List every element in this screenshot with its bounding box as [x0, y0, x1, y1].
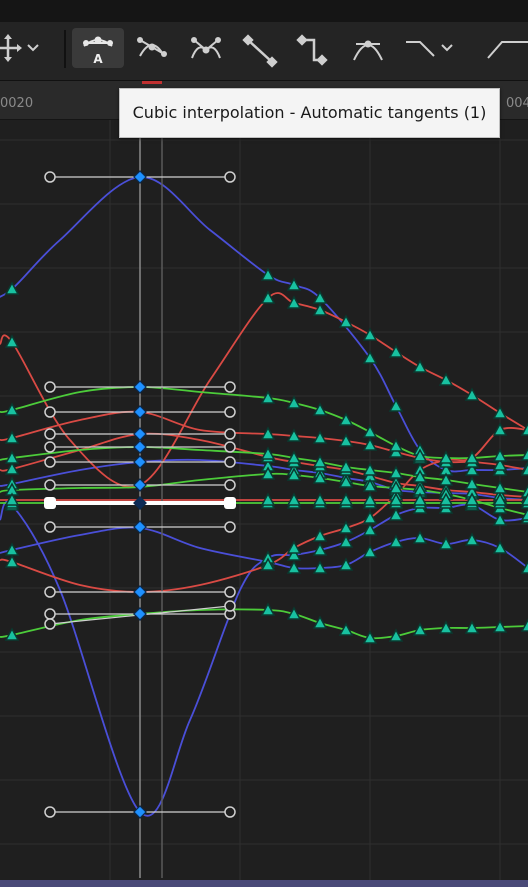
- selected-curve-key[interactable]: [133, 170, 147, 184]
- move-tool-button[interactable]: [0, 28, 42, 68]
- curve-key[interactable]: [412, 359, 428, 373]
- curve-key[interactable]: [438, 372, 454, 386]
- linear-interpolation-icon: [242, 34, 278, 68]
- tangent-handle[interactable]: [224, 428, 236, 440]
- tangent-handle[interactable]: [224, 806, 236, 818]
- selected-curve-key[interactable]: [133, 455, 147, 469]
- flatten-tangent-icon: [406, 41, 453, 57]
- tangent-handle[interactable]: [224, 456, 236, 468]
- selected-curve-key[interactable]: [133, 520, 147, 534]
- cubic-break-tangent-icon: [191, 37, 221, 59]
- curve-line: [0, 176, 528, 473]
- tangent-handle[interactable]: [44, 608, 56, 620]
- curve-key[interactable]: [388, 438, 404, 452]
- tangent-handle[interactable]: [44, 441, 56, 453]
- curve-key[interactable]: [388, 398, 404, 412]
- selected-curve-key[interactable]: [133, 496, 147, 510]
- flatten-tangent-button[interactable]: [398, 28, 453, 68]
- selected-curve-key[interactable]: [133, 440, 147, 454]
- tangent-handle[interactable]: [44, 406, 56, 418]
- tangent-handle[interactable]: [44, 618, 56, 630]
- tangent-handle[interactable]: [44, 586, 56, 598]
- tangent-handle[interactable]: [44, 479, 56, 491]
- curve-key[interactable]: [260, 267, 276, 281]
- auto-badge: A: [93, 52, 103, 66]
- tangent-handle[interactable]: [44, 428, 56, 440]
- curve-key[interactable]: [286, 540, 302, 554]
- tangent-handle[interactable]: [224, 441, 236, 453]
- bottom-track-bar: [0, 880, 528, 887]
- tooltip: Cubic interpolation - Automatic tangents…: [119, 88, 500, 138]
- curve-graph-area[interactable]: [0, 120, 528, 880]
- tangent-handle[interactable]: [44, 521, 56, 533]
- tangent-handle[interactable]: [44, 806, 56, 818]
- playhead-line[interactable]: [139, 120, 163, 878]
- straighten-tangent-icon: [487, 41, 528, 59]
- weighted-tangent-button[interactable]: [342, 28, 394, 68]
- cubic-break-tangent-button[interactable]: [180, 28, 232, 68]
- cubic-user-tangent-icon: [137, 37, 167, 57]
- linear-interpolation-button[interactable]: [234, 28, 286, 68]
- curve-key[interactable]: [362, 522, 378, 536]
- tangent-handle[interactable]: [224, 479, 236, 491]
- tangent-handle[interactable]: [224, 600, 236, 612]
- tangent-handle[interactable]: [224, 586, 236, 598]
- tangent-handle[interactable]: [44, 171, 56, 183]
- curve-key[interactable]: [338, 534, 354, 548]
- curve-key[interactable]: [492, 512, 508, 526]
- curve-key[interactable]: [286, 295, 302, 309]
- curve-graph-canvas[interactable]: [0, 120, 528, 880]
- cubic-auto-tangent-icon: A: [83, 36, 113, 66]
- curve-key[interactable]: [362, 327, 378, 341]
- weighted-tangent-icon: [353, 40, 383, 61]
- curve-key[interactable]: [492, 540, 508, 554]
- constant-interpolation-button[interactable]: [288, 28, 340, 68]
- curve-key[interactable]: [260, 290, 276, 304]
- curve-key[interactable]: [362, 544, 378, 558]
- curve-key[interactable]: [388, 507, 404, 521]
- toolbar-separator: [64, 30, 66, 68]
- curve-key[interactable]: [388, 344, 404, 358]
- constant-interpolation-icon: [296, 34, 328, 66]
- cubic-user-tangent-button[interactable]: [126, 28, 178, 68]
- straighten-tangent-button[interactable]: [478, 28, 528, 68]
- curve-key[interactable]: [286, 277, 302, 291]
- curve-key[interactable]: [362, 424, 378, 438]
- move-icon: [0, 34, 39, 62]
- tangent-handle[interactable]: [224, 406, 236, 418]
- playhead-marker[interactable]: [142, 81, 162, 84]
- curve-editor-toolbar: A: [0, 22, 528, 81]
- tangent-handle[interactable]: [44, 456, 56, 468]
- selected-curve-key[interactable]: [133, 478, 147, 492]
- curve-key[interactable]: [312, 528, 328, 542]
- curve-key[interactable]: [464, 387, 480, 401]
- selected-tangent-handle[interactable]: [44, 497, 56, 509]
- curve-key[interactable]: [362, 510, 378, 524]
- ruler-frame-label: 0020: [0, 96, 34, 111]
- tangent-handle[interactable]: [44, 381, 56, 393]
- selected-tangent-handle[interactable]: [224, 497, 236, 509]
- selected-curve-key[interactable]: [133, 607, 147, 621]
- curve-key[interactable]: [338, 412, 354, 426]
- tangent-handle[interactable]: [224, 171, 236, 183]
- tangent-handle[interactable]: [224, 381, 236, 393]
- tangent-handle[interactable]: [224, 521, 236, 533]
- selected-curve-key[interactable]: [133, 427, 147, 441]
- curve-key[interactable]: [338, 557, 354, 571]
- selected-curve-key[interactable]: [133, 405, 147, 419]
- selected-curve-key[interactable]: [133, 380, 147, 394]
- window-top-bar: [0, 0, 528, 22]
- ruler-frame-label: 004: [506, 96, 528, 111]
- curve-key[interactable]: [492, 405, 508, 419]
- cubic-auto-tangent-button[interactable]: A: [72, 28, 124, 68]
